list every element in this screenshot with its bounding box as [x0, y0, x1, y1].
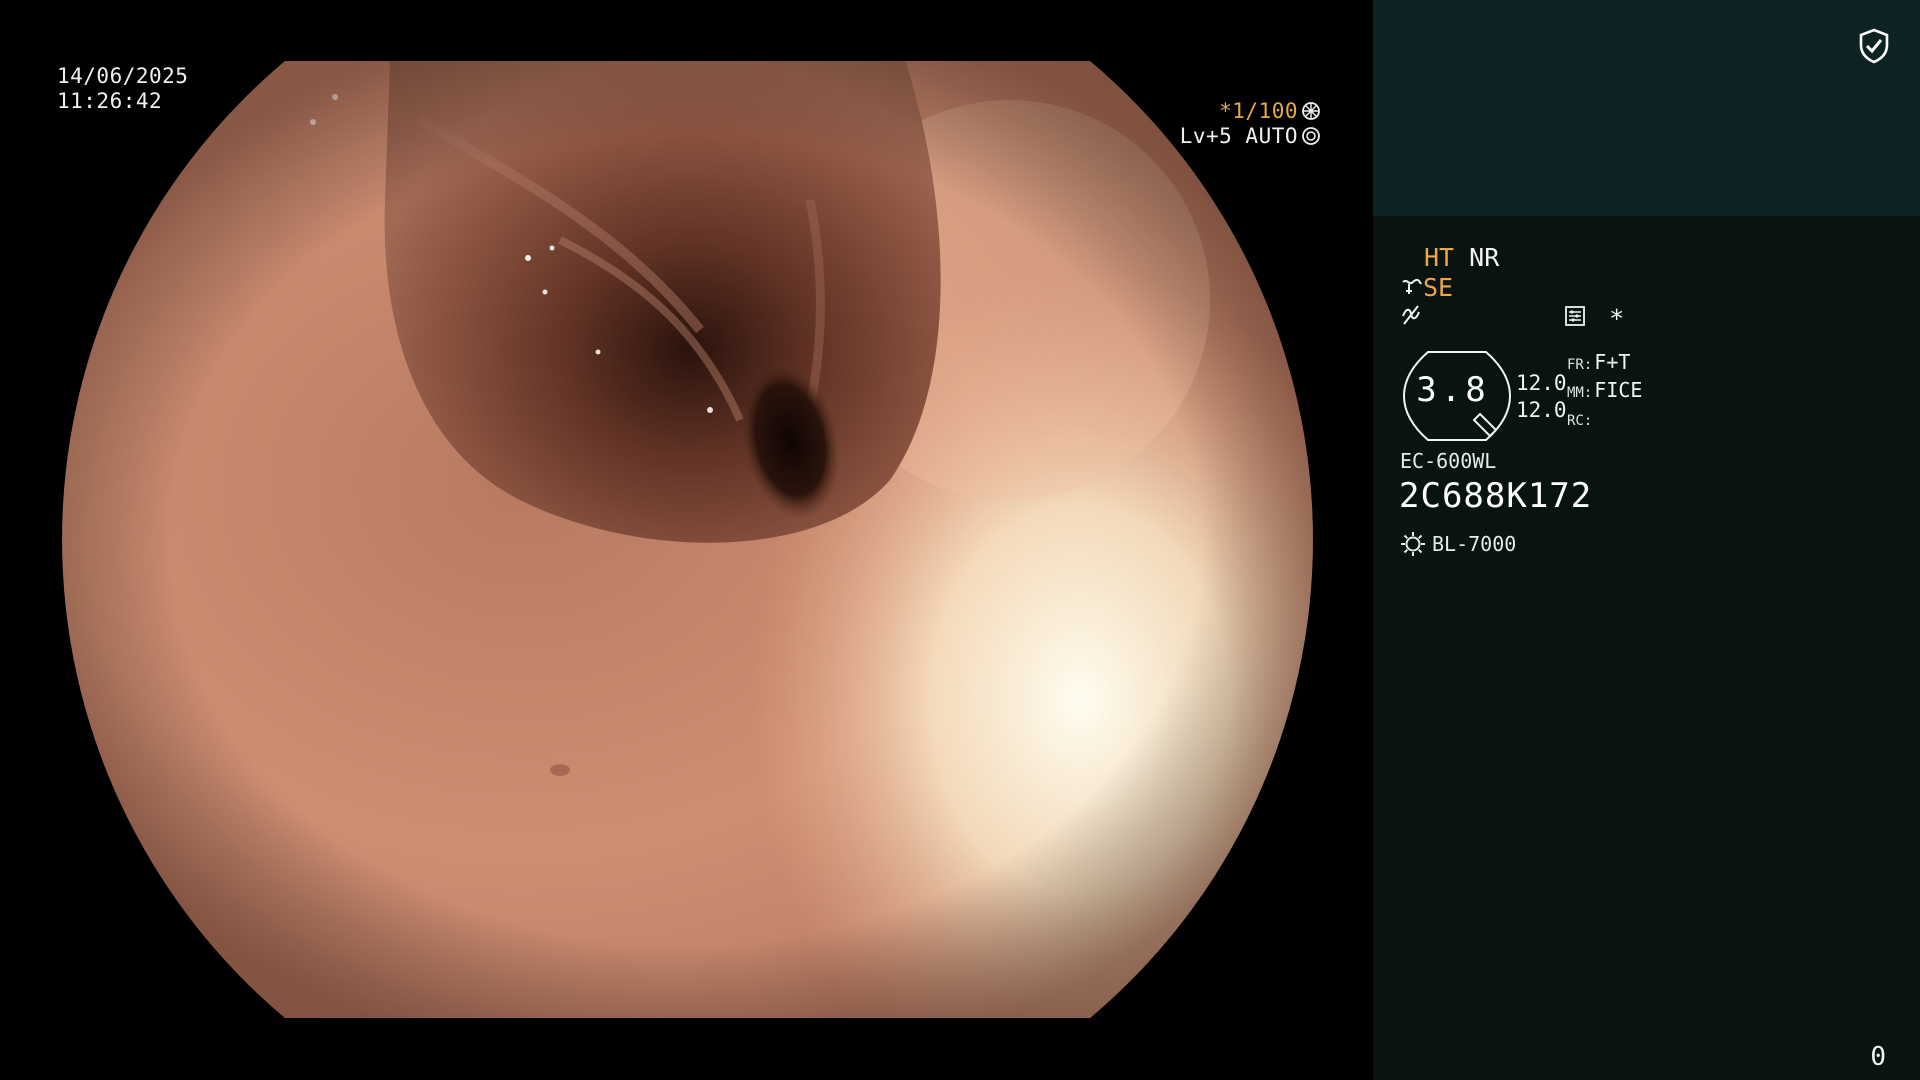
frame-counter: 0 — [1870, 1042, 1886, 1072]
zoom-values: 12.0 12.0 — [1516, 370, 1567, 424]
endoscope-view: 14/06/2025 11:26:42 *1/100 Lv+5 AUTO — [0, 0, 1373, 1080]
color-enhance-icon — [1400, 303, 1422, 332]
fr-row: FR: F+T — [1567, 350, 1642, 378]
zoom-value-a: 12.0 — [1516, 371, 1567, 395]
se-label: SE — [1423, 273, 1454, 302]
time-text: 11:26:42 — [57, 89, 163, 113]
iris-mode-text: AUTO — [1245, 124, 1298, 148]
scope-serial: 2C688K172 — [1399, 476, 1593, 516]
mode-labels: FR: F+T MM: FICE RC: — [1567, 350, 1642, 434]
light-source-row: BL-7000 — [1400, 531, 1516, 557]
scope-model: EC-600WL — [1400, 449, 1497, 473]
mm-label: MM: — [1567, 385, 1593, 401]
iris-level-text: Lv+5 — [1179, 124, 1233, 148]
mode-icons-row: * — [1564, 304, 1624, 333]
iris-icon — [1298, 124, 1321, 148]
shield-check-icon — [1858, 28, 1890, 68]
date-text: 14/06/2025 — [57, 64, 189, 88]
info-panel: HT NR SE * 3.8 12.0 12.0 FR: F+T MM: FICE … — [1373, 0, 1920, 1080]
iris-row: Lv+5 AUTO — [1180, 124, 1321, 149]
ht-nr-row: HT NR — [1424, 243, 1499, 272]
mm-value: FICE — [1594, 378, 1643, 402]
color-enhance-row — [1400, 303, 1422, 332]
mm-row: MM: FICE — [1567, 378, 1642, 406]
fr-label: FR: — [1567, 357, 1593, 373]
fr-value: F+T — [1594, 350, 1631, 374]
zoom-value: 3.8 — [1416, 370, 1490, 410]
shutter-speed-text: *1/100 — [1219, 99, 1298, 123]
exposure-readout: *1/100 Lv+5 AUTO — [1180, 99, 1321, 149]
star-marker: * — [1609, 304, 1625, 333]
settings-readout: HT NR SE * 3.8 12.0 12.0 FR: F+T MM: FICE … — [1373, 216, 1920, 1080]
structure-enhance-icon — [1401, 273, 1423, 302]
settings-list-icon — [1564, 304, 1586, 333]
date-time-readout: 14/06/2025 11:26:42 — [57, 64, 188, 114]
zoom-gauge: 3.8 — [1398, 350, 1516, 442]
ht-label: HT — [1424, 243, 1455, 272]
panel-header — [1373, 0, 1920, 216]
se-row: SE — [1401, 273, 1453, 302]
rc-label: RC: — [1567, 413, 1593, 429]
zoom-value-b: 12.0 — [1516, 398, 1567, 422]
nr-label: NR — [1469, 243, 1500, 272]
aperture-icon — [1298, 99, 1321, 123]
rc-row: RC: — [1567, 406, 1642, 434]
shutter-row: *1/100 — [1180, 99, 1321, 124]
light-source-icon — [1400, 532, 1432, 556]
light-source-text: BL-7000 — [1432, 532, 1517, 556]
endoscopic-image — [62, 61, 1313, 1018]
